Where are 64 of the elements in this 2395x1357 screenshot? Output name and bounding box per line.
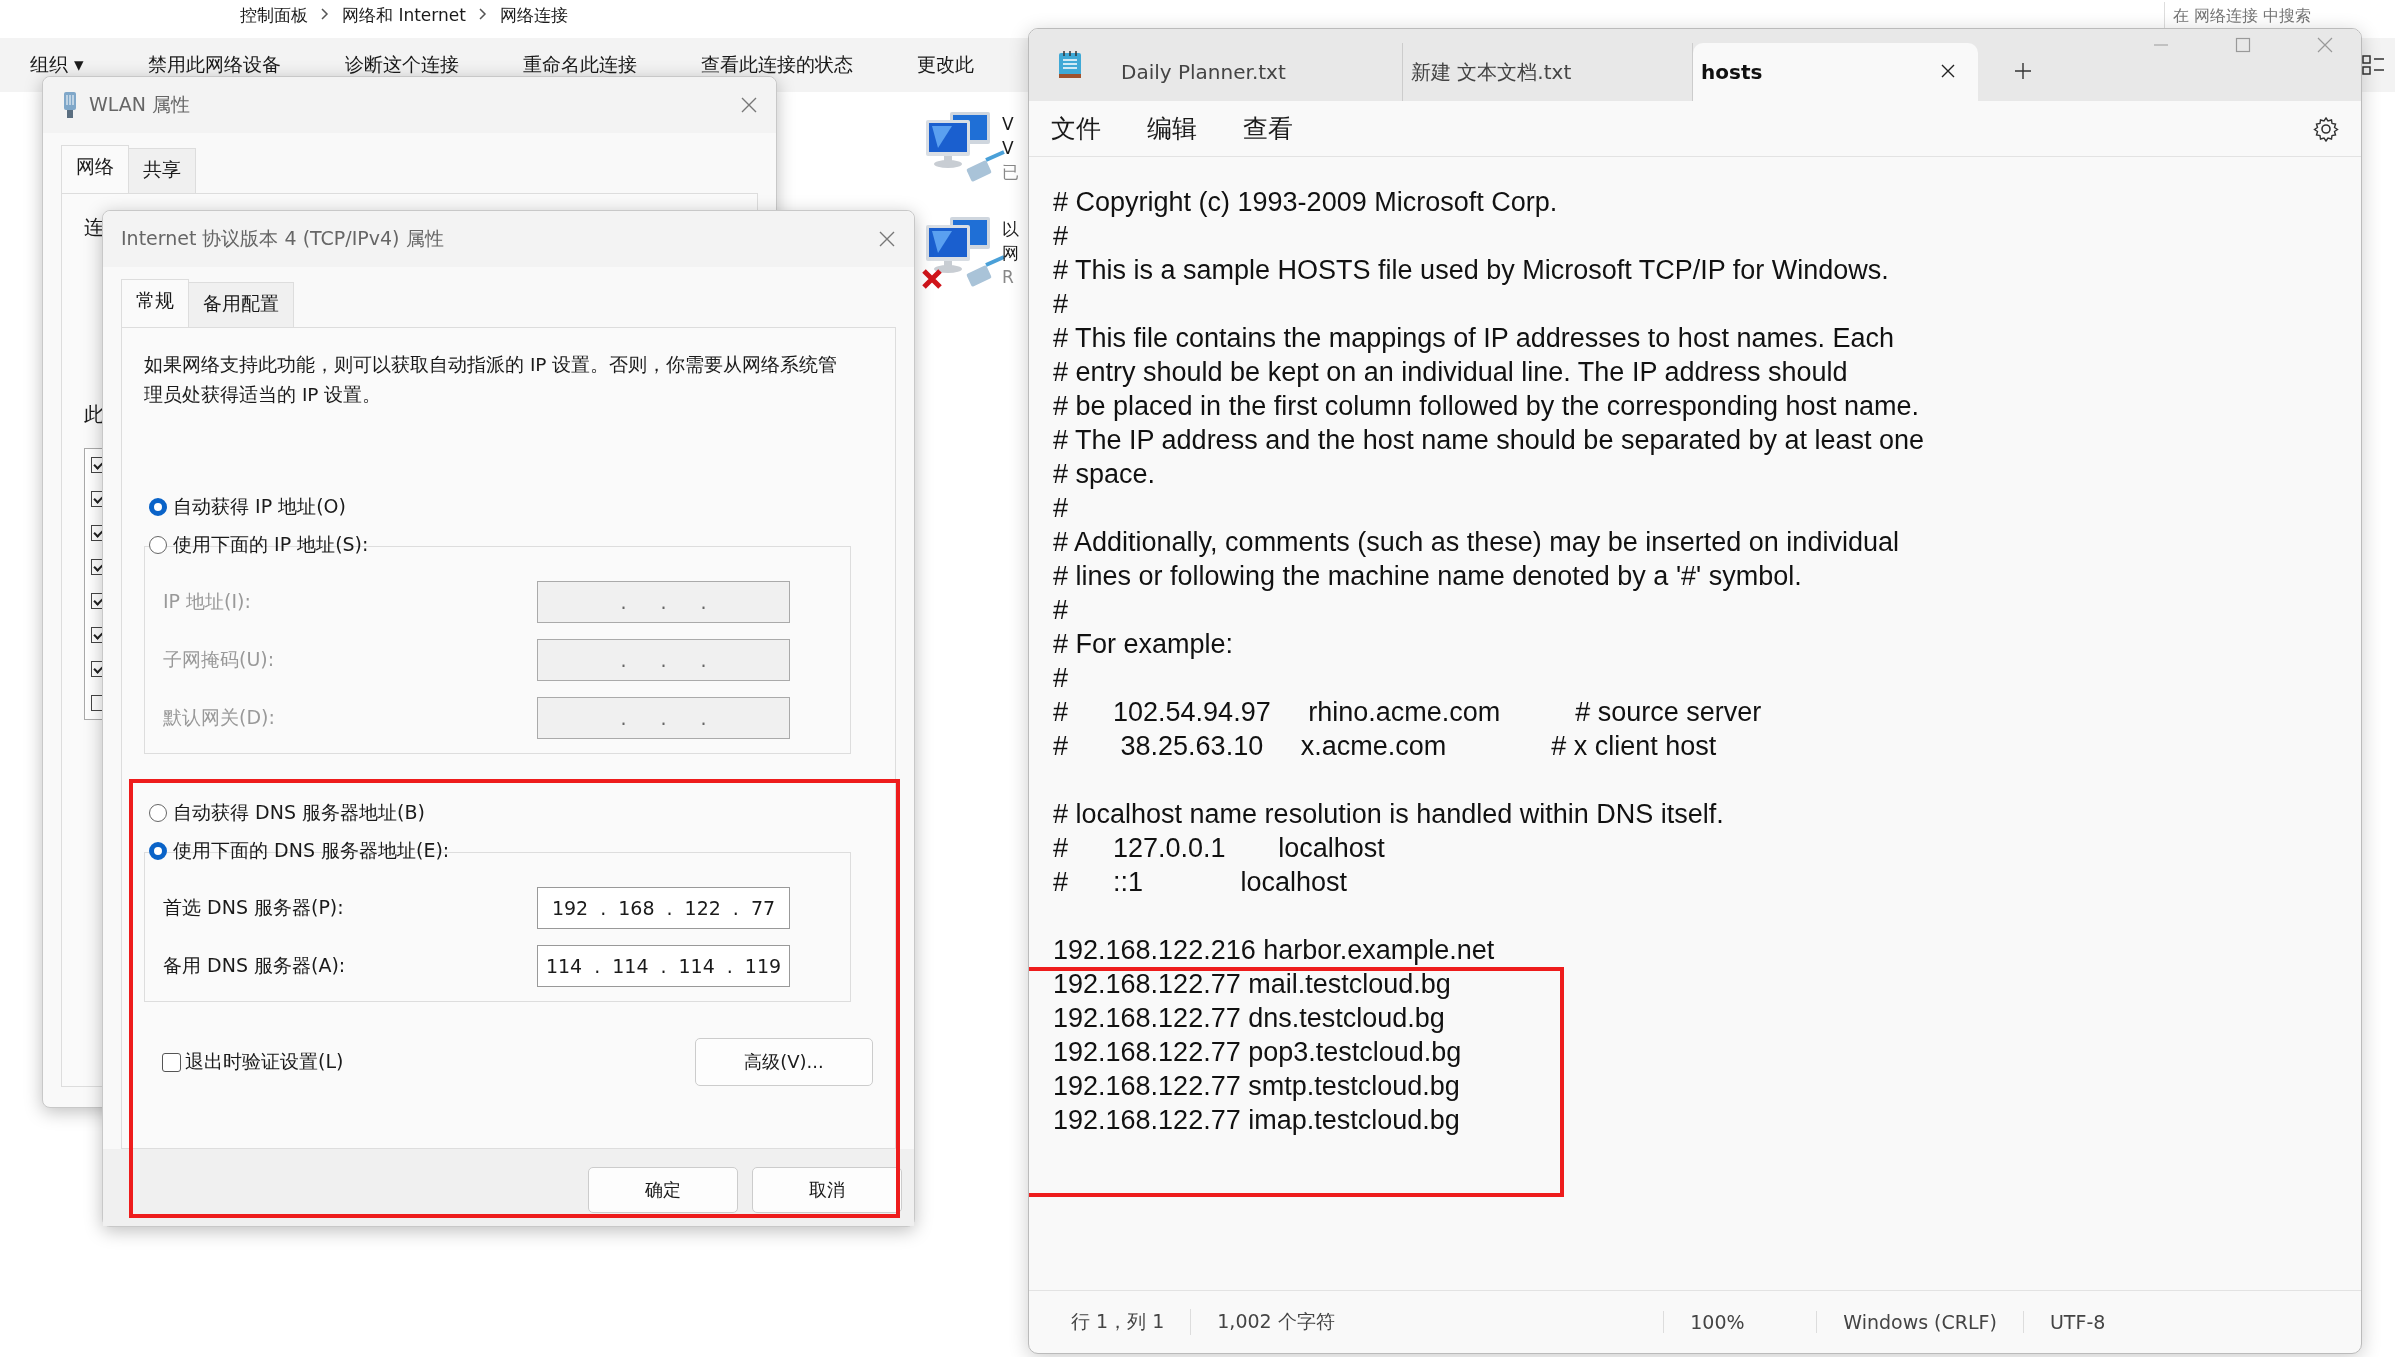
description-text: 如果网络支持此功能，则可以获取自动指派的 IP 设置。否则，你需要从网络系统管理员处获得适当的 IP 设置。 — [144, 353, 839, 407]
status-text: Windows (CRLF) — [1816, 1311, 2023, 1333]
settings-icon[interactable] — [2313, 115, 2339, 142]
ip-address-field[interactable]: 114 . 114 . 114 . 119 — [537, 945, 790, 987]
menu-item[interactable]: 查看 — [1243, 112, 1293, 145]
option-label[interactable]: 自动获得 DNS 服务器地址(B) — [173, 800, 425, 826]
connection-text: 以 — [1002, 218, 1019, 241]
connection-text: V — [1002, 113, 1014, 136]
toolbar-command[interactable]: 禁用此网络设备 — [147, 52, 281, 78]
option-label[interactable]: 使用下面的 DNS 服务器地址(E): — [173, 838, 450, 864]
breadcrumb-item[interactable]: 控制面板 — [240, 3, 308, 27]
status-text: 行 1，列 1 — [1070, 1309, 1166, 1334]
tab[interactable]: 网络 — [61, 145, 129, 194]
window-title: Internet 协议版本 4 (TCP/IPv4) 属性 — [121, 226, 445, 251]
option-label[interactable]: 自动获得 IP 地址(O) — [173, 494, 346, 520]
tab[interactable]: 共享 — [128, 148, 196, 193]
document-tab[interactable]: Daily Planner.txt — [1113, 43, 1403, 101]
checkbox-label[interactable]: 退出时验证设置(L) — [185, 1049, 344, 1075]
document-tab[interactable]: hosts — [1693, 43, 1978, 101]
field-label: 备用 DNS 服务器(A): — [163, 953, 346, 978]
ip-address-field[interactable]: 192 . 168 . 122 . 77 — [537, 887, 790, 929]
field-label: IP 地址(I): — [163, 589, 251, 614]
field-label: 默认网关(D): — [163, 705, 275, 730]
ok-button[interactable]: 确定 — [588, 1167, 738, 1213]
menu-item[interactable]: 文件 — [1051, 112, 1101, 145]
toolbar-command[interactable]: 组织 ▾ — [30, 52, 84, 78]
tab[interactable]: 常规 — [121, 279, 189, 328]
tab[interactable]: 备用配置 — [188, 282, 294, 327]
connection-text: 网 — [1002, 242, 1019, 265]
toolbar-command[interactable]: 诊断这个连接 — [344, 52, 459, 78]
connection-text: V — [1002, 137, 1014, 160]
connection-text: 已 — [1002, 161, 1019, 184]
status-text: 1,002 个字符 — [1190, 1309, 1664, 1335]
field-label: 首选 DNS 服务器(P): — [163, 895, 344, 920]
breadcrumb-item[interactable]: 网络连接 — [499, 3, 568, 27]
breadcrumb-item[interactable]: 网络和 Internet — [342, 3, 466, 27]
window-title: WLAN 属性 — [89, 92, 192, 117]
radio-button[interactable] — [149, 536, 167, 554]
new-tab-icon[interactable] — [2014, 62, 2032, 80]
toolbar-command[interactable]: 查看此连接的状态 — [700, 52, 853, 78]
menu-item[interactable]: 编辑 — [1147, 112, 1197, 145]
network-adapter-icon — [61, 90, 79, 120]
field-label: 子网掩码(U): — [163, 647, 275, 672]
ip-address-field[interactable]: . . . — [537, 581, 790, 623]
toolbar-command[interactable]: 更改此 — [916, 52, 974, 78]
checkbox[interactable] — [162, 1052, 181, 1072]
radio-button[interactable] — [149, 498, 167, 516]
document-text[interactable]: # Copyright (c) 1993-2009 Microsoft Corp. # # This is a sample HOSTS file used by Microsoft TCP/IP for Windows. # # This file contains the mappings of IP addresses to host names. Each # entry should be kept on an individual line. The IP address should # be placed in the first column followed by the corresponding host name. # The IP address and the host name should be separated by at least one # space. # # Additionally, comments (such as these) may be inserted on individual # lines or following the machine name denoted by a '#' symbol. # # For example: # # 102.54.94.97 rhino.acme.com # source server # 38.25.63.10 x.acme.com # x client host # localhost name resolution is handled within DNS itself. # 127.0.0.1 localhost # ::1 localhost 192.168.122.216 harbor.example.net 192.168.122.77 mail.testcloud.bg 192.168.122.77 dns.testcloud.bg 192.168.122.77 pop3.testcloud.bg 192.168.122.77 smtp.testcloud.bg 192.168.122.77 imap.testcloud.bg — [1053, 185, 2337, 1137]
advanced-button[interactable]: 高级(V)... — [695, 1038, 873, 1086]
cancel-button[interactable]: 取消 — [752, 1167, 902, 1213]
notepad-icon — [1057, 50, 1083, 80]
option-label[interactable]: 使用下面的 IP 地址(S): — [173, 532, 369, 558]
ip-address-field[interactable]: . . . — [537, 697, 790, 739]
error-icon — [920, 267, 944, 291]
toolbar-command[interactable]: 重命名此连接 — [522, 52, 637, 78]
search-field[interactable]: 在 网络连接 中搜索 — [2164, 2, 2375, 28]
status-text: UTF-8 — [2022, 1311, 2132, 1333]
ip-address-field[interactable]: . . . — [537, 639, 790, 681]
status-text: 100% — [1663, 1311, 1817, 1333]
label-text: 连 — [84, 214, 104, 241]
radio-button[interactable] — [149, 842, 167, 860]
radio-button[interactable] — [149, 804, 167, 822]
view-options-icon[interactable] — [2362, 54, 2386, 76]
connection-text: R — [1002, 266, 1014, 289]
